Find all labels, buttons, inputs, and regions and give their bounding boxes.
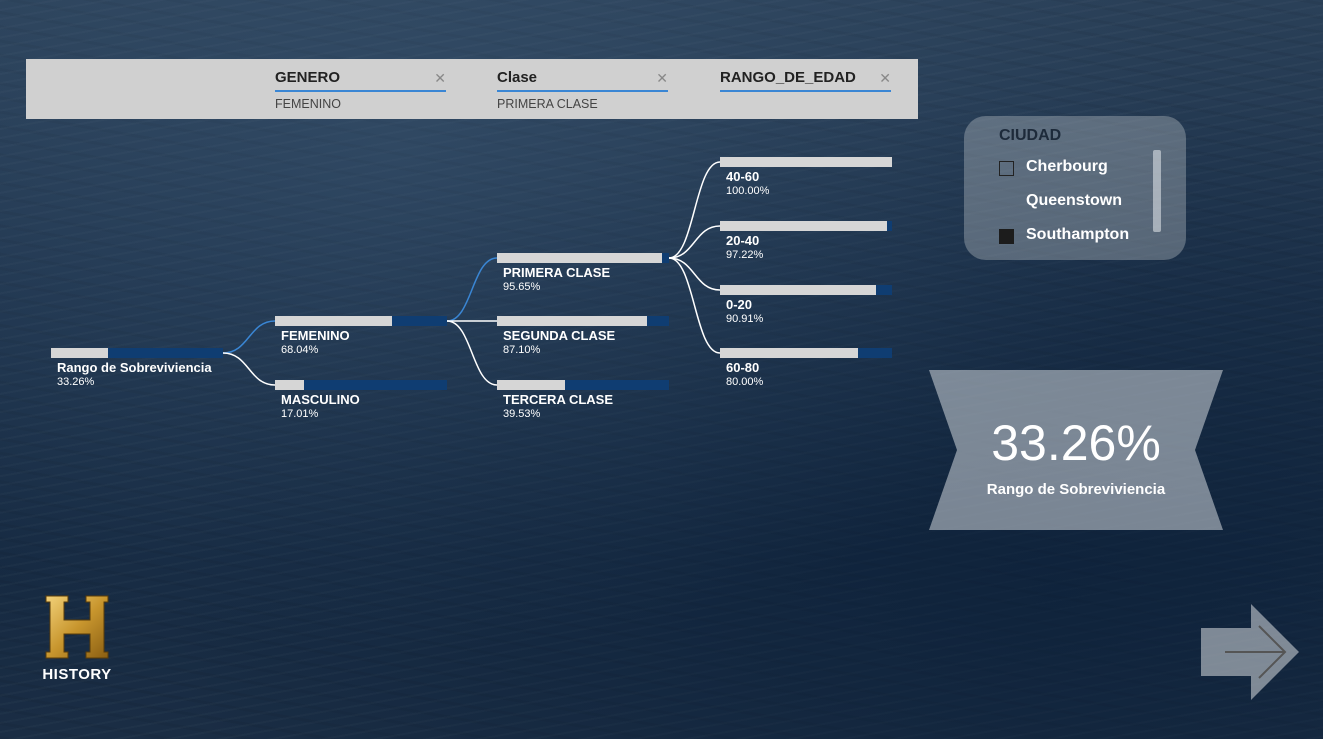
city-slicer: CIUDAD Cherbourg Queenstown Southampton [964,116,1186,260]
tree-link [222,320,276,354]
tree-node-label: 60-80 [726,360,760,375]
tree-node-pct: 39.53% [503,408,541,420]
tree-link [446,320,498,386]
city-item-label: Southampton [1026,226,1130,243]
logo-text: HISTORY [42,666,112,683]
kpi-card: 33.26% Rango de Sobreviviencia [929,370,1223,530]
checkbox-icon[interactable] [999,195,1014,210]
next-page-button[interactable] [1201,604,1299,700]
tree-node-pct: 68.04% [281,344,319,356]
history-h-logo-icon [45,595,109,659]
tree-node-bar-fill [497,380,565,390]
tree-node-bar[interactable] [275,380,447,390]
tree-node-label: 40-60 [726,169,760,184]
kpi-value: 33.26% [991,415,1161,471]
tree-link [668,161,721,259]
checkbox-checked-icon[interactable] [999,229,1014,244]
tree-node-pct: 100.00% [726,185,770,197]
tree-node-pct: 95.65% [503,281,541,293]
city-item-label: Queenstown [1026,192,1123,209]
tree-node-label: SEGUNDA CLASE [503,328,616,343]
tree-node-bar-fill [720,348,858,358]
arrow-right-icon [1201,604,1299,700]
tree-node-bar[interactable] [720,157,892,167]
tree-node-bar-fill [497,316,647,326]
tree-node-bar[interactable] [51,348,223,358]
tree-node-bar[interactable] [720,348,892,358]
tree-node-pct: 17.01% [281,408,319,420]
tree-node-bar-fill [497,253,662,263]
tree-node-bar-fill [720,285,877,295]
tree-node-pct: 90.91% [726,313,764,325]
tree-node-label: MASCULINO [281,392,360,407]
tree-node-bar-fill [720,157,892,167]
tree-node-bar-fill [51,348,109,358]
tree-link [668,257,721,291]
tree-link [668,257,721,354]
tree-link [446,257,498,322]
tree-node-bar-fill [720,221,888,231]
tree-node-label: FEMENINO [281,328,350,343]
tree-node-pct: 80.00% [726,376,764,388]
tree-node-label: TERCERA CLASE [503,392,614,407]
tree-node-bar[interactable] [720,221,892,231]
tree-node-pct: 87.10% [503,344,541,356]
tree-link [222,352,276,386]
scrollbar[interactable] [1153,150,1161,232]
tree-node-bar[interactable] [497,380,669,390]
tree-node-label: 20-40 [726,233,760,248]
tree-node-bar[interactable] [720,285,892,295]
tree-node-bar-fill [275,316,393,326]
tree-node-bar[interactable] [497,316,669,326]
city-slicer-title: CIUDAD [999,127,1062,144]
tree-node-pct: 97.22% [726,249,764,261]
decomposition-tree: Rango de Sobreviviencia 33.26% FEMENINO 68.… [0,0,920,460]
tree-node-label: PRIMERA CLASE [503,265,611,280]
checkbox-icon[interactable] [999,161,1014,176]
tree-node-label: 0-20 [726,297,753,312]
tree-node-bar[interactable] [497,253,669,263]
tree-node-bar[interactable] [275,316,447,326]
city-item-label: Cherbourg [1026,158,1108,175]
kpi-label: Rango de Sobreviviencia [986,481,1166,498]
tree-link [668,225,721,259]
tree-node-bar-fill [275,380,305,390]
tree-node-label: Rango de Sobreviviencia [57,360,212,375]
history-logo: HISTORY [38,594,116,686]
tree-node-pct: 33.26% [57,376,95,388]
